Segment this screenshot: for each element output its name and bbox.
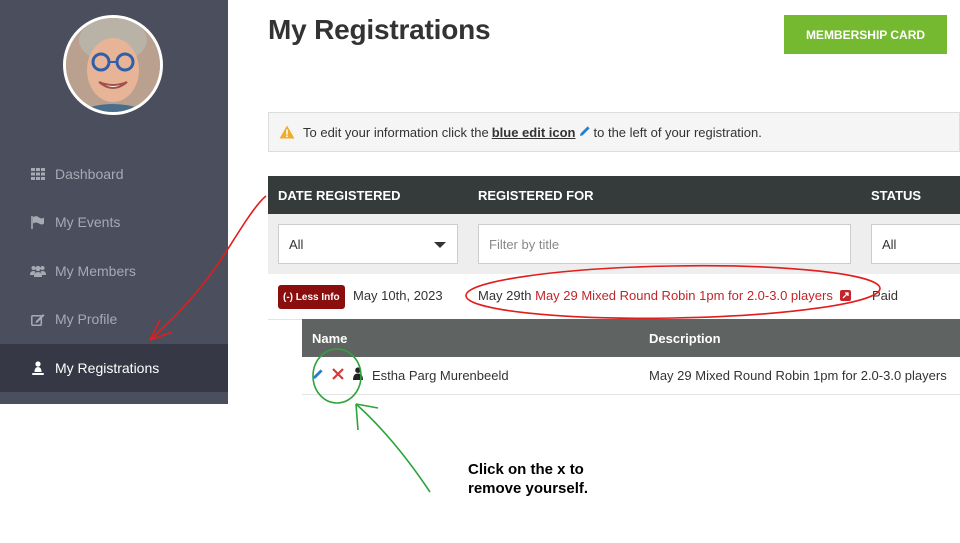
edit-square-icon — [30, 311, 46, 327]
sidebar: Dashboard My Events My Members My Profil… — [0, 0, 228, 404]
table-row: (-) Less Info May 10th, 2023 May 29th Ma… — [268, 274, 960, 320]
users-icon — [30, 263, 46, 279]
registrations-table-header: DATE REGISTERED REGISTERED FOR STATUS — [268, 176, 960, 214]
green-arrowhead — [355, 403, 379, 431]
info-notice: To edit your information click the blue … — [268, 112, 960, 152]
sidebar-item-my-profile[interactable]: My Profile — [0, 295, 228, 343]
registration-date: May 10th, 2023 — [353, 288, 443, 303]
avatar[interactable] — [63, 15, 163, 115]
notice-link-text: blue edit icon — [491, 124, 576, 140]
notice-suffix: to the left of your registration. — [593, 124, 762, 140]
registered-for-cell: May 29th May 29 Mixed Round Robin 1pm fo… — [478, 288, 852, 303]
person-icon — [352, 367, 364, 384]
instruction-callout: Click on the x to remove yourself. — [468, 460, 588, 498]
sidebar-item-my-members[interactable]: My Members — [0, 247, 228, 295]
flag-icon — [30, 214, 46, 230]
event-title-link[interactable]: May 29 Mixed Round Robin 1pm for 2.0-3.0… — [535, 288, 833, 303]
callout-line-1: Click on the x to — [468, 461, 584, 478]
status-filter-select[interactable]: All — [871, 224, 960, 264]
sidebar-item-label: My Members — [55, 263, 136, 279]
green-arrow — [355, 403, 431, 493]
pencil-icon — [579, 125, 591, 140]
membership-card-button[interactable]: MEMBERSHIP CARD — [784, 15, 947, 54]
filter-row: All All — [268, 214, 960, 274]
sidebar-item-label: Dashboard — [55, 166, 124, 182]
sidebar-item-label: My Registrations — [55, 360, 160, 376]
title-filter-input[interactable] — [478, 224, 851, 264]
attendees-table-header: Name Description — [302, 319, 960, 357]
column-name: Name — [312, 331, 348, 346]
sidebar-item-my-events[interactable]: My Events — [0, 198, 228, 246]
column-status[interactable]: STATUS — [871, 188, 921, 203]
column-registered-for[interactable]: REGISTERED FOR — [478, 188, 594, 203]
status-value: Paid — [872, 288, 899, 303]
event-date: May 29th — [478, 288, 532, 303]
sidebar-item-label: My Profile — [55, 311, 118, 327]
avatar-photo — [66, 18, 160, 112]
status-filter-value: All — [882, 236, 897, 252]
warning-icon — [279, 125, 295, 139]
column-date-registered[interactable]: DATE REGISTERED — [278, 188, 401, 203]
notice-prefix: To edit your information click the — [303, 124, 489, 140]
attendee-name: Estha Parg Murenbeeld — [372, 368, 509, 383]
column-description: Description — [649, 331, 721, 346]
sidebar-item-my-registrations[interactable]: My Registrations — [0, 344, 228, 392]
callout-line-2: remove yourself. — [468, 480, 589, 497]
page-title: My Registrations — [268, 14, 491, 45]
sidebar-item-dashboard[interactable]: Dashboard — [0, 150, 228, 198]
date-filter-select[interactable]: All — [278, 224, 458, 264]
remove-x-icon[interactable] — [331, 367, 345, 384]
sidebar-item-label: My Events — [55, 214, 121, 230]
less-info-button[interactable]: (-) Less Info — [278, 285, 345, 309]
chevron-down-icon — [434, 242, 446, 248]
external-link-icon[interactable] — [840, 290, 852, 301]
attendee-description: May 29 Mixed Round Robin 1pm for 2.0-3.0… — [649, 368, 947, 383]
date-filter-value: All — [289, 236, 304, 252]
attendee-row: Estha Parg Murenbeeld May 29 Mixed Round… — [302, 357, 960, 395]
user-download-icon — [30, 360, 46, 376]
edit-pencil-icon[interactable] — [312, 368, 324, 383]
grid-icon — [30, 166, 46, 182]
